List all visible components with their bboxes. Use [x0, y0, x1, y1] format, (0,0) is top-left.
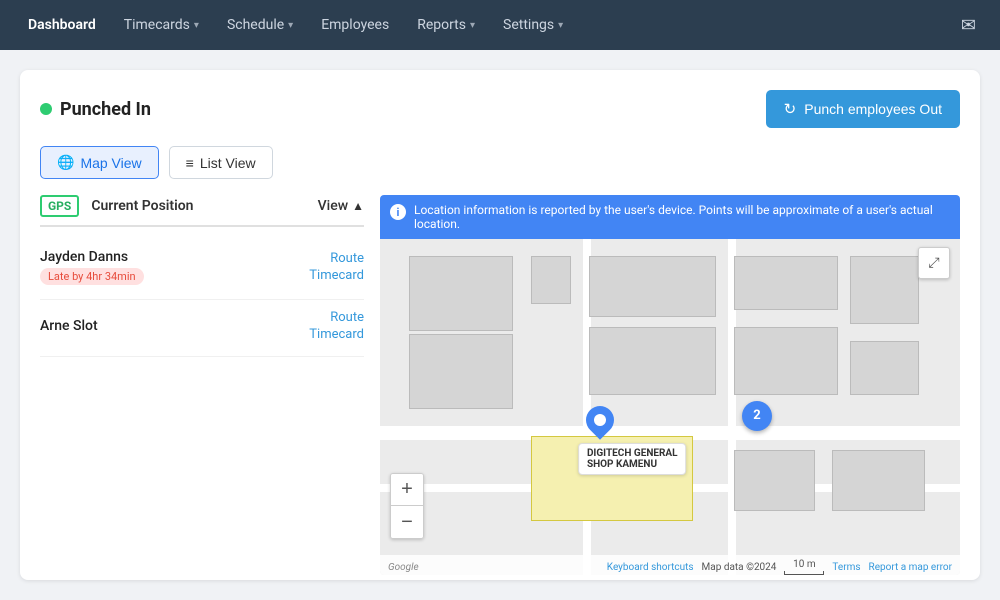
employee-row: Jayden Danns Late by 4hr 34min Route Tim…: [40, 239, 364, 300]
fullscreen-icon: ⤢: [928, 255, 939, 271]
location-marker: [586, 406, 614, 434]
terms-link[interactable]: Terms: [832, 562, 860, 573]
punch-out-button[interactable]: ↻ Punch employees Out: [766, 90, 960, 128]
list-icon: ≡: [186, 155, 194, 171]
nav-employees[interactable]: Employees: [309, 9, 401, 41]
building: [589, 327, 717, 395]
keyboard-shortcuts-link[interactable]: Keyboard shortcuts: [607, 562, 694, 573]
employee-name: Jayden Danns: [40, 249, 144, 265]
zoom-in-button[interactable]: +: [391, 474, 423, 506]
nav-timecards[interactable]: Timecards ▾: [112, 9, 211, 41]
building: [589, 256, 717, 317]
main-content: Punched In ↻ Punch employees Out 🌐 Map V…: [0, 50, 1000, 600]
left-panel: GPS Current Position View ▲ Jayden Danns…: [40, 195, 380, 575]
schedule-chevron-icon: ▾: [288, 20, 293, 31]
status-dot: [40, 103, 52, 115]
scale-label: 10 m: [793, 559, 816, 570]
cluster-count: 2: [753, 408, 760, 423]
map-canvas: DIGITECH GENERAL SHOP KAMENU 2 + − ⤢: [380, 239, 960, 575]
content-area: GPS Current Position View ▲ Jayden Danns…: [40, 195, 960, 575]
info-icon: i: [390, 204, 406, 220]
nav-settings[interactable]: Settings ▾: [491, 9, 575, 41]
report-map-error-link[interactable]: Report a map error: [869, 562, 952, 573]
late-badge: Late by 4hr 34min: [40, 268, 144, 285]
scale-bar: 10 m: [784, 559, 824, 575]
building: [409, 256, 513, 331]
refresh-icon: ↻: [784, 100, 797, 118]
employee-route-link[interactable]: Route: [330, 310, 364, 325]
gps-label: Current Position: [91, 198, 193, 214]
map-view-label: Map View: [80, 155, 141, 171]
building: [850, 256, 920, 324]
nav-timecards-label: Timecards: [124, 17, 190, 33]
page-title: Punched In: [60, 99, 151, 120]
view-toggle: 🌐 Map View ≡ List View: [40, 146, 960, 179]
globe-icon: 🌐: [57, 154, 74, 171]
punch-out-label: Punch employees Out: [804, 101, 942, 117]
nav-schedule[interactable]: Schedule ▾: [215, 9, 305, 41]
nav-employees-label: Employees: [321, 17, 389, 33]
reports-chevron-icon: ▾: [470, 20, 475, 31]
building: [850, 341, 920, 395]
card-header: Punched In ↻ Punch employees Out: [40, 90, 960, 128]
building: [531, 256, 572, 304]
employee-row: Arne Slot Route Timecard: [40, 300, 364, 357]
view-sort-label: View: [318, 198, 349, 214]
navbar: Dashboard Timecards ▾ Schedule ▾ Employe…: [0, 0, 1000, 50]
map-data-label: Map data ©2024: [702, 562, 777, 573]
scale-line: [784, 571, 824, 575]
google-logo: Google: [388, 562, 419, 573]
list-view-label: List View: [200, 155, 256, 171]
nav-reports-label: Reports: [417, 17, 466, 33]
gps-header: GPS Current Position View ▲: [40, 195, 364, 227]
map-area: i Location information is reported by th…: [380, 195, 960, 575]
map-info-bar: i Location information is reported by th…: [380, 195, 960, 239]
zoom-out-button[interactable]: −: [391, 506, 423, 538]
building: [409, 334, 513, 409]
nav-settings-label: Settings: [503, 17, 554, 33]
settings-chevron-icon: ▾: [558, 20, 563, 31]
nav-dashboard-label: Dashboard: [28, 17, 96, 33]
marker-inner: [594, 414, 606, 426]
list-view-button[interactable]: ≡ List View: [169, 146, 273, 179]
gps-badge: GPS: [40, 195, 79, 217]
timecards-chevron-icon: ▾: [194, 20, 199, 31]
nav-schedule-label: Schedule: [227, 17, 284, 33]
building: [832, 450, 925, 511]
map-info-text: Location information is reported by the …: [414, 203, 950, 231]
fullscreen-button[interactable]: ⤢: [918, 247, 950, 279]
employee-timecard-link[interactable]: Timecard: [309, 327, 364, 342]
employee-name: Arne Slot: [40, 318, 98, 334]
punched-in-label: Punched In: [40, 99, 151, 120]
map-footer: Google Keyboard shortcuts Map data ©2024…: [380, 555, 960, 575]
cluster-marker: 2: [742, 401, 772, 431]
building: [734, 256, 838, 310]
building: [734, 450, 815, 511]
sort-arrow-icon: ▲: [352, 199, 364, 213]
employee-route-link[interactable]: Route: [330, 251, 364, 266]
punched-in-card: Punched In ↻ Punch employees Out 🌐 Map V…: [20, 70, 980, 580]
map-zoom-controls: + −: [390, 473, 424, 539]
map-view-button[interactable]: 🌐 Map View: [40, 146, 159, 179]
marker-pin: [581, 400, 621, 440]
mail-icon[interactable]: ✉: [953, 7, 984, 44]
building: [734, 327, 838, 395]
location-label: DIGITECH GENERAL SHOP KAMENU: [578, 443, 687, 475]
nav-reports[interactable]: Reports ▾: [405, 9, 487, 41]
employee-timecard-link[interactable]: Timecard: [309, 268, 364, 283]
view-sort-button[interactable]: View ▲: [318, 198, 364, 214]
nav-dashboard[interactable]: Dashboard: [16, 9, 108, 41]
